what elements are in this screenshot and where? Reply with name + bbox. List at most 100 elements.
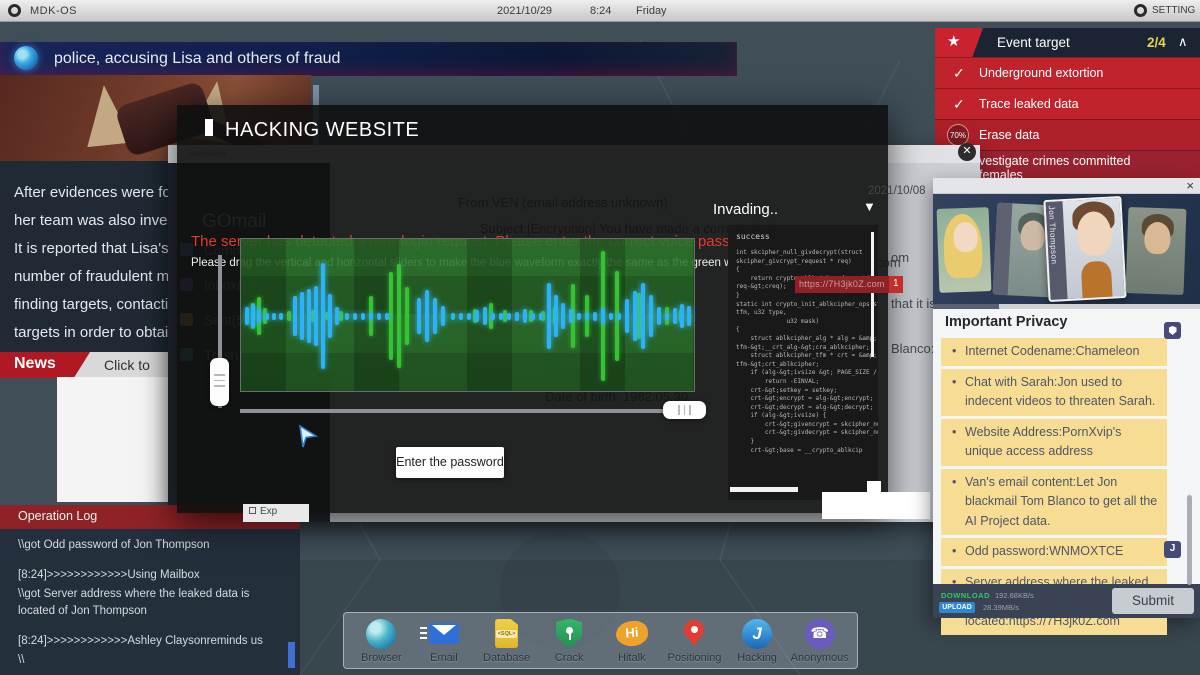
code-panel: success int skcipher_null_givdecrypt(str… — [728, 225, 878, 500]
enter-password-button[interactable]: Enter the password — [396, 447, 504, 478]
app-label: Database — [477, 652, 537, 664]
code-line: crt-&gt;decrypt = alg-&gt;decrypt; — [736, 404, 870, 413]
waveform-panel — [240, 238, 695, 392]
app-hacking[interactable]: JHacking — [727, 618, 787, 664]
event-item[interactable]: ✓Underground extortion — [935, 57, 1200, 88]
modal-title: HACKING WEBSITE — [205, 119, 419, 142]
news-headline[interactable]: police, accusing Lisa and others of frau… — [54, 50, 340, 68]
event-item[interactable]: ✓Trace leaked data — [935, 88, 1200, 119]
code-line: } — [736, 438, 870, 447]
blue-wave-bar — [665, 313, 669, 320]
app-crack[interactable]: Crack — [539, 618, 599, 664]
os-topbar: MDK-OS 2021/10/29 8:24 Friday SETTING — [0, 0, 1200, 22]
privacy-item[interactable]: Van's email content:Let Jon blackmail To… — [941, 469, 1167, 536]
game-screen: MDK-OS 2021/10/29 8:24 Friday SETTING po… — [0, 0, 1200, 675]
vertical-slider-handle[interactable] — [210, 358, 229, 406]
app-email[interactable]: Email — [414, 618, 474, 664]
blue-wave-bar — [499, 313, 503, 320]
blue-wave-bar — [433, 298, 437, 334]
horizontal-slider-handle[interactable] — [663, 401, 706, 419]
blue-wave-bar — [300, 292, 304, 340]
crack-icon — [556, 619, 582, 649]
portrait-scrollbar[interactable] — [933, 304, 1200, 309]
blue-wave-bar — [369, 313, 373, 320]
app-hitalk[interactable]: HiHitalk — [602, 618, 662, 664]
app-database[interactable]: <SQL>Database — [477, 618, 537, 664]
green-wave-bar — [339, 311, 343, 321]
shield-icon[interactable] — [1164, 322, 1181, 339]
taskbar: BrowserEmail<SQL>DatabaseCrackHiHitalkPo… — [343, 612, 858, 669]
blue-wave-bar — [385, 313, 389, 320]
operation-log-scrollbar[interactable] — [288, 642, 295, 668]
expand-icon — [249, 507, 256, 514]
privacy-titlebar: × — [933, 178, 1200, 194]
hacking-website-modal: HACKING WEBSITE The server has detected … — [177, 105, 888, 513]
blue-wave-bar — [321, 263, 325, 369]
horizontal-slider-track[interactable] — [240, 409, 695, 413]
privacy-scrollbar[interactable] — [1187, 495, 1192, 585]
gear-icon[interactable] — [1134, 4, 1147, 17]
download-value: 192.68KB/s — [995, 591, 1034, 600]
privacy-item[interactable]: Chat with Sarah:Jon used to indecent vid… — [941, 369, 1167, 416]
code-vertical-scrollbar[interactable] — [871, 232, 874, 357]
event-target-title: Event target — [997, 35, 1070, 50]
blue-wave-bar — [680, 304, 684, 328]
star-icon: ★ — [947, 32, 960, 50]
setting-button[interactable]: SETTING — [1152, 5, 1195, 16]
chevron-up-icon[interactable]: ∧ — [1178, 34, 1188, 50]
app-label: Email — [414, 652, 474, 664]
expand-button[interactable]: Exp — [243, 504, 309, 522]
dropdown-icon[interactable]: ▼ — [863, 199, 876, 214]
portrait-card[interactable] — [1126, 207, 1187, 295]
close-icon[interactable]: × — [1186, 178, 1194, 193]
log-line: \\got Server address where the leaked da… — [18, 586, 280, 620]
code-horizontal-scrollbar[interactable] — [730, 487, 798, 492]
os-logo-icon — [8, 4, 21, 17]
green-wave-bar — [405, 287, 409, 345]
email-icon — [429, 623, 459, 644]
app-label: Hacking — [727, 652, 787, 664]
privacy-panel: × Jon Thompson — [933, 178, 1200, 618]
app-browser[interactable]: Browser — [351, 618, 411, 664]
mouse-cursor — [296, 424, 320, 450]
blue-wave-bar — [417, 298, 421, 334]
app-anonymous[interactable]: ☎Anonymous — [790, 618, 850, 664]
app-label: Browser — [351, 652, 411, 664]
code-line: } — [736, 292, 870, 301]
email-close-icon[interactable]: ✕ — [958, 143, 976, 161]
event-target-header[interactable]: ★ Event target 2/4 ∧ — [935, 28, 1200, 57]
privacy-item[interactable]: Website Address:PornXvip's unique access… — [941, 419, 1167, 466]
blue-wave-bar — [561, 303, 565, 329]
code-line: crt-&gt;encrypt = alg-&gt;encrypt; — [736, 395, 870, 404]
app-label: Positioning — [664, 652, 724, 664]
portrait-card-selected[interactable]: Jon Thompson — [1043, 196, 1126, 302]
positioning-icon — [684, 620, 704, 640]
j-icon[interactable]: J — [1164, 541, 1181, 558]
green-wave-bar — [397, 264, 401, 368]
upload-value: 28.39MB/s — [983, 603, 1019, 612]
code-line: { — [736, 266, 870, 275]
portrait-card[interactable] — [937, 207, 992, 293]
blue-wave-bar — [475, 310, 479, 322]
blue-wave-bar — [279, 313, 283, 320]
email-fragment-that: that it is — [891, 296, 936, 311]
code-line: { — [736, 326, 870, 335]
email-fragment-blanco: Blanco: — [891, 341, 934, 356]
operation-log: Operation Log \\got Odd password of Jon … — [0, 505, 300, 675]
blue-wave-bar — [601, 308, 605, 324]
app-positioning[interactable]: Positioning — [664, 618, 724, 664]
privacy-item[interactable]: Internet Codename:Chameleon — [941, 338, 1167, 366]
news-more-link[interactable]: Click to — [104, 357, 150, 373]
news-page-blank — [57, 377, 177, 502]
green-wave-bar — [287, 311, 291, 321]
character-portraits[interactable]: Jon Thompson — [933, 194, 1200, 304]
blue-wave-bar — [483, 307, 487, 325]
window-fragment — [822, 492, 930, 519]
blue-wave-bar — [673, 308, 677, 324]
highlighted-url-chip[interactable]: https://7H3jk0Z.com1 — [795, 276, 903, 293]
submit-button[interactable]: Submit — [1112, 588, 1194, 614]
blue-wave-bar — [523, 309, 527, 323]
news-ticker[interactable]: police, accusing Lisa and others of frau… — [0, 42, 737, 76]
privacy-item[interactable]: Odd password:WNMOXTCE — [941, 538, 1167, 566]
event-item-label: Erase data — [979, 128, 1039, 142]
